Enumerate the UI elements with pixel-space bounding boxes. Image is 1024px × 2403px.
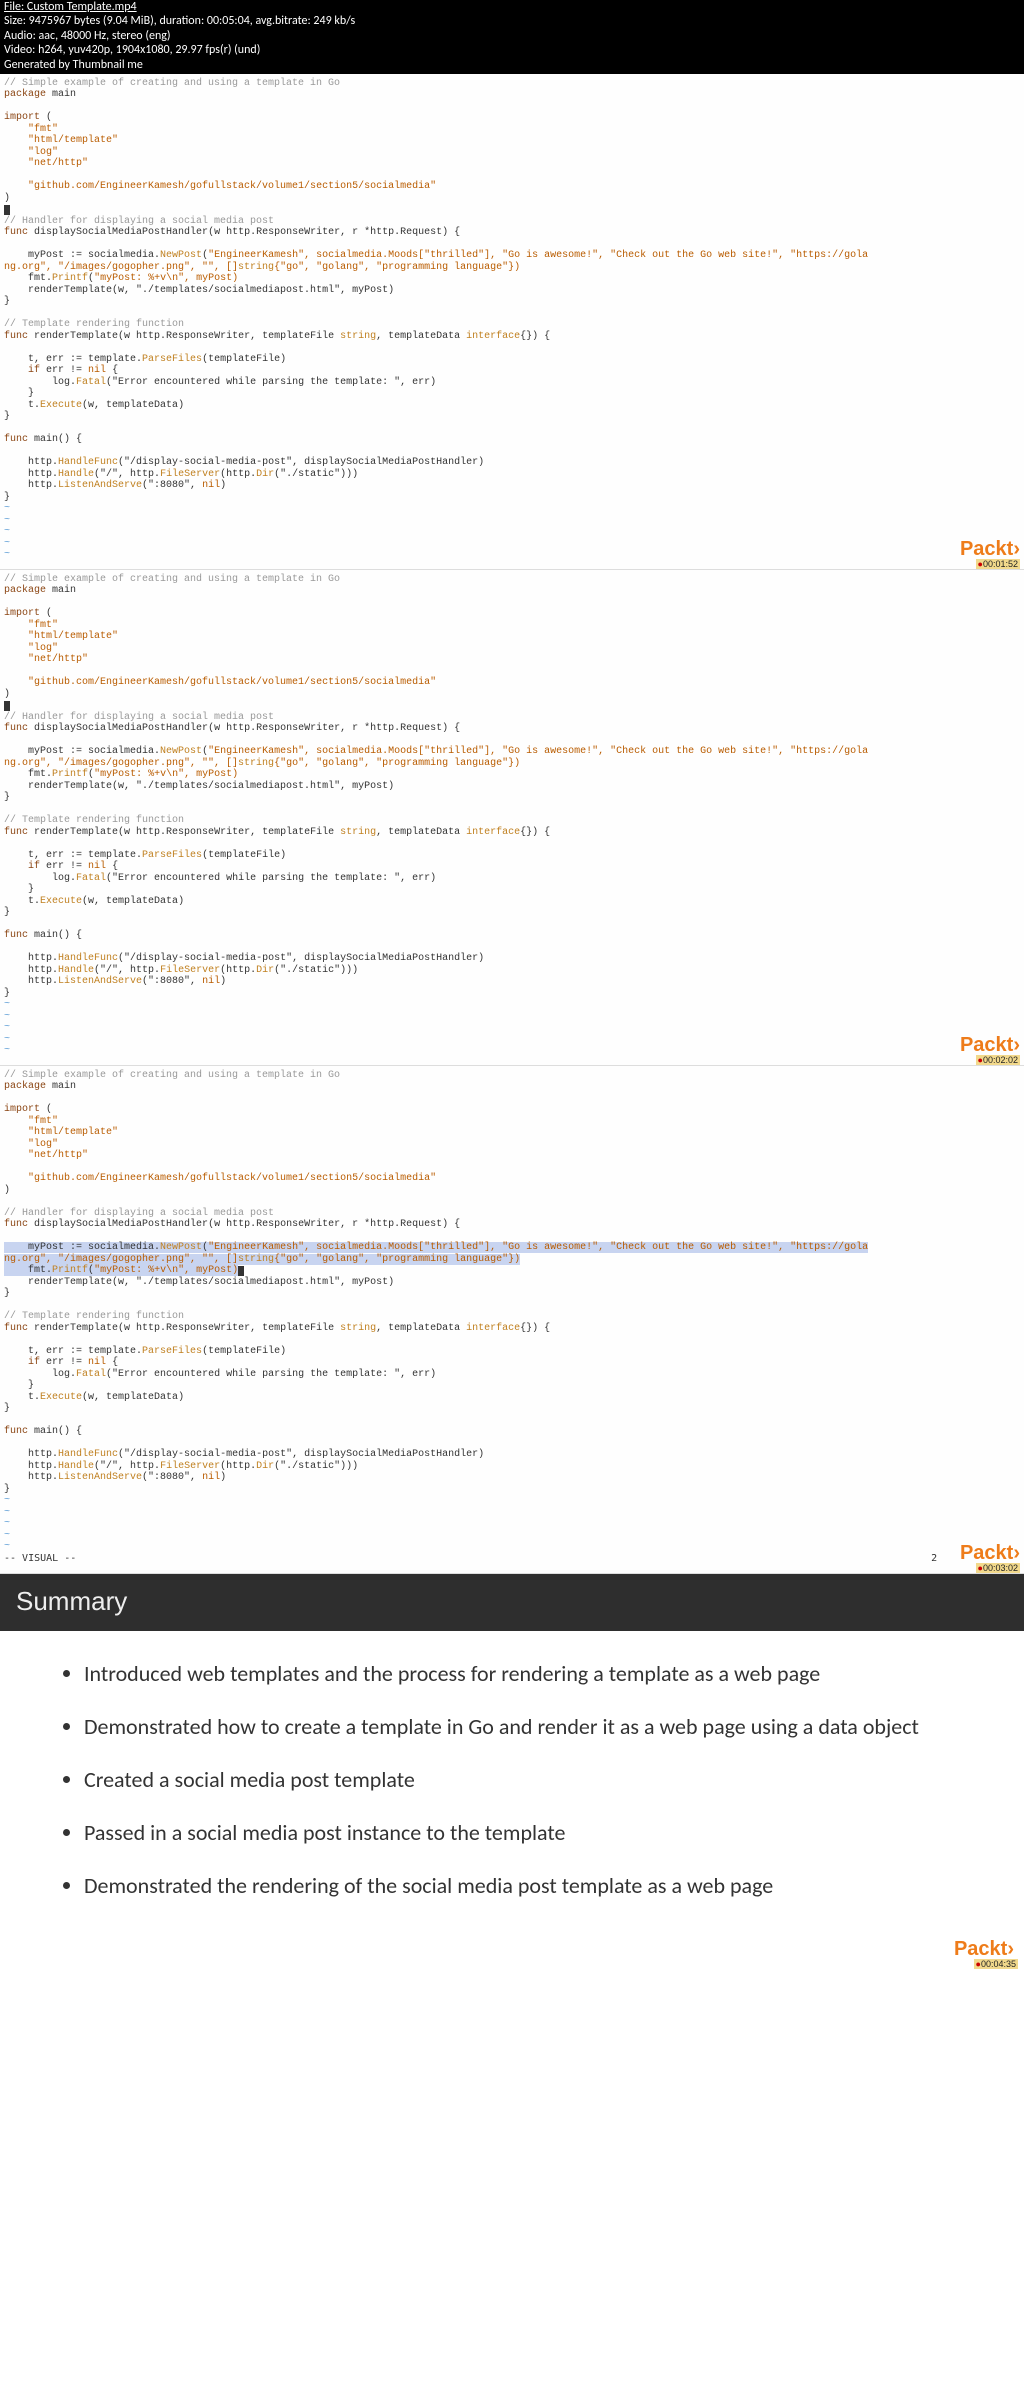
code-block: // Simple example of creating and using …	[4, 574, 1020, 1057]
packt-logo: Packt›	[960, 538, 1020, 561]
cursor-icon	[4, 205, 10, 215]
summary-header: Summary	[0, 1574, 1024, 1631]
cursor-icon	[238, 1266, 244, 1276]
list-item: Created a social media post template	[84, 1765, 988, 1796]
summary-title: Summary	[16, 1586, 127, 1616]
file-name: File: Custom Template.mp4	[4, 0, 137, 14]
list-item: Passed in a social media post instance t…	[84, 1818, 988, 1849]
audio-info: Audio: aac, 48000 Hz, stereo (eng)	[4, 29, 1020, 43]
list-item: Demonstrated the rendering of the social…	[84, 1871, 988, 1902]
timestamp-badge: ●00:02:02	[976, 1055, 1020, 1065]
packt-logo: Packt›	[960, 1542, 1020, 1565]
video-metadata-header: File: Custom Template.mp4 Size: 9475967 …	[0, 0, 1024, 74]
list-item: Demonstrated how to create a template in…	[84, 1712, 988, 1743]
code-frame-3: // Simple example of creating and using …	[0, 1066, 1024, 1575]
vim-mode-status: -- VISUAL -- 2	[4, 1553, 937, 1564]
generator-info: Generated by Thumbnail me	[4, 58, 1020, 72]
timestamp-badge: ●00:03:02	[976, 1563, 1020, 1573]
summary-list: Introduced web templates and the process…	[60, 1659, 988, 1901]
list-item: Introduced web templates and the process…	[84, 1659, 988, 1690]
cursor-icon	[4, 701, 10, 711]
code-block: // Simple example of creating and using …	[4, 78, 1020, 561]
packt-logo: Packt›	[954, 1938, 1014, 1961]
video-info: Video: h264, yuv420p, 1904x1080, 29.97 f…	[4, 43, 1020, 57]
file-size: Size: 9475967 bytes (9.04 MiB), duration…	[4, 14, 1020, 28]
visual-selection: myPost := socialmedia.NewPost("EngineerK…	[4, 1242, 868, 1276]
timestamp-badge: ●00:04:35	[974, 1959, 1018, 1969]
packt-logo: Packt›	[960, 1034, 1020, 1057]
code-block: // Simple example of creating and using …	[4, 1070, 1020, 1566]
code-frame-1: // Simple example of creating and using …	[0, 74, 1024, 570]
timestamp-badge: ●00:01:52	[976, 559, 1020, 569]
code-frame-2: // Simple example of creating and using …	[0, 570, 1024, 1066]
summary-slide: Introduced web templates and the process…	[0, 1631, 1024, 1971]
